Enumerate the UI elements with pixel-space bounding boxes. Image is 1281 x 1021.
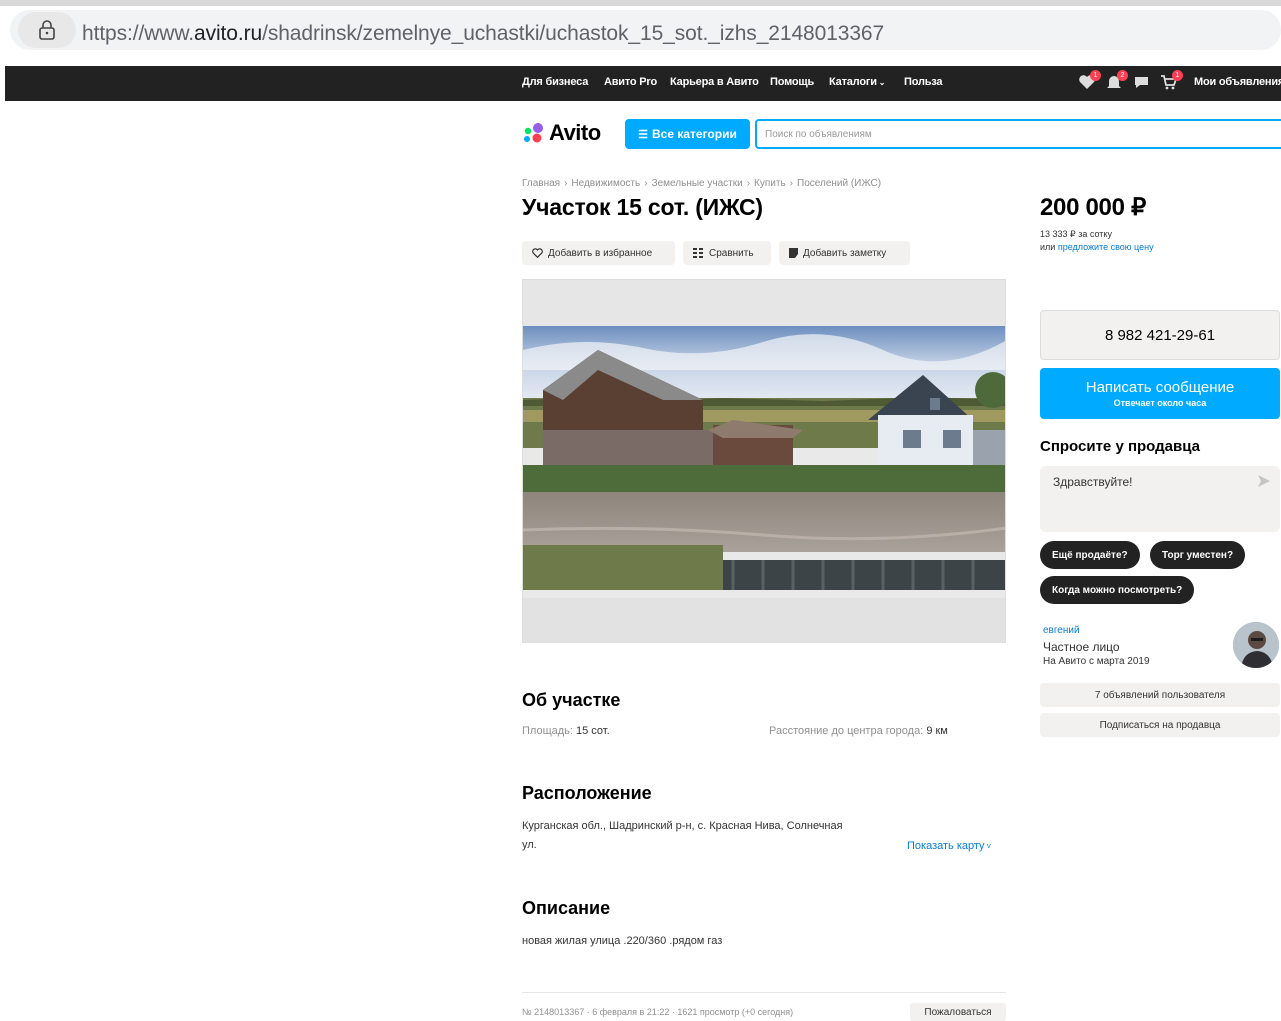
distance-label: Расстояние до центра города:: [769, 725, 924, 737]
chevron-down-icon: ⌄: [878, 78, 886, 87]
show-map-label: Показать карту: [907, 840, 985, 852]
all-categories-button[interactable]: ☰ Все категории: [625, 119, 750, 149]
breadcrumb-home[interactable]: Главная: [522, 178, 560, 189]
all-categories-label: Все категории: [652, 127, 737, 141]
compare-label: Сравнить: [709, 247, 754, 259]
messages-nav-button[interactable]: [1133, 74, 1151, 90]
cart-nav-button[interactable]: 1: [1160, 70, 1183, 90]
response-time: Отвечает около часа: [1113, 398, 1207, 408]
area-label: Площадь:: [522, 725, 573, 737]
quick-question-when-view[interactable]: Когда можно посмотреть?: [1040, 576, 1195, 604]
address-line-2: ул.: [522, 839, 537, 851]
cart-badge: 1: [1172, 70, 1183, 81]
seller-type: Частное лицо: [1043, 640, 1120, 654]
nav-for-business[interactable]: Для бизнеса: [522, 76, 588, 88]
nav-catalogs[interactable]: Каталоги ⌄: [829, 76, 885, 88]
page-title: Участок 15 сот. (ИЖС): [522, 194, 763, 220]
send-icon[interactable]: [1257, 474, 1271, 493]
breadcrumb-izhs[interactable]: Поселений (ИЖС): [797, 178, 881, 189]
compare-button[interactable]: Сравнить: [683, 241, 771, 265]
add-note-button[interactable]: Добавить заметку: [779, 241, 910, 265]
note-icon: [789, 248, 798, 258]
subscribe-seller-button[interactable]: Подписаться на продавца: [1040, 713, 1280, 737]
listing-photo[interactable]: [523, 280, 1006, 643]
distance-param: Расстояние до центра города: 9 км: [769, 725, 948, 737]
seller-since: На Авито с марта 2019: [1043, 656, 1150, 667]
breadcrumb-realty[interactable]: Недвижимость: [571, 178, 640, 189]
quick-question-still-selling[interactable]: Ещё продаёте?: [1040, 541, 1140, 569]
ask-seller-title: Спросите у продавца: [1040, 438, 1200, 455]
url-path: /shadrinsk/zemelnye_uchastki/uchastok_15…: [262, 22, 885, 45]
lock-icon: [39, 20, 55, 40]
breadcrumb-separator: ›: [789, 178, 793, 189]
my-ads-link[interactable]: Мои объявления: [1194, 76, 1281, 88]
avito-logo[interactable]: Avito: [522, 120, 601, 146]
chevron-down-icon: ˅: [986, 842, 992, 851]
about-title: Об участке: [522, 690, 621, 710]
seller-avatar-image: [1233, 622, 1279, 668]
url-prefix: https://www.: [82, 22, 195, 45]
quick-question-bargain[interactable]: Торг уместен?: [1150, 541, 1246, 569]
breadcrumb-separator: ›: [564, 178, 568, 189]
seller-name-link[interactable]: евгений: [1043, 625, 1080, 636]
chat-icon: [1135, 77, 1148, 88]
logo-text: Avito: [549, 120, 601, 145]
breadcrumb-land[interactable]: Земельные участки: [652, 178, 743, 189]
offer-price-line: или предложите свою цену: [1040, 242, 1154, 252]
notifications-badge: 2: [1117, 70, 1128, 81]
offer-prefix: или: [1040, 242, 1056, 252]
report-button[interactable]: Пожаловаться: [910, 1003, 1006, 1021]
search-input[interactable]: [755, 119, 1281, 149]
breadcrumb-separator: ›: [746, 178, 751, 189]
compare-icon: [693, 248, 704, 258]
location-title: Расположение: [522, 783, 652, 803]
distance-value: 9 км: [926, 725, 948, 737]
area-param: Площадь: 15 сот.: [522, 725, 610, 737]
breadcrumb-separator: ›: [644, 178, 648, 189]
price: 200 000 ₽: [1040, 194, 1146, 221]
write-message-button[interactable]: Написать сообщение Отвечает около часа: [1040, 368, 1280, 419]
description-text: новая жилая улица .220/360 .рядом газ: [522, 935, 723, 947]
add-to-favorites-button[interactable]: Добавить в избранное: [522, 241, 675, 265]
nav-catalogs-label: Каталоги: [829, 76, 877, 88]
nav-benefit[interactable]: Польза: [904, 76, 943, 88]
avito-logo-icon: [524, 123, 543, 143]
nav-career[interactable]: Карьера в Авито: [670, 76, 759, 88]
listing-meta: № 2148013367 · 6 февраля в 21:22 · 1621 …: [522, 1007, 794, 1017]
url-text[interactable]: https://www.avito.ru/shadrinsk/zemelnye_…: [82, 22, 884, 46]
area-value: 15 сот.: [576, 725, 610, 737]
favorites-badge: 1: [1090, 70, 1101, 81]
search-icon: ☰: [638, 128, 649, 141]
show-map-link[interactable]: Показать карту ˅: [907, 840, 991, 852]
show-phone-button[interactable]: 8 982 421-29-61: [1040, 310, 1280, 360]
user-ads-button[interactable]: 7 объявлений пользователя: [1040, 683, 1280, 707]
avatar[interactable]: [1233, 622, 1279, 668]
favorites-nav-button[interactable]: 1: [1078, 70, 1101, 90]
write-message-label: Написать сообщение: [1085, 379, 1235, 396]
url-domain: avito.ru: [194, 22, 263, 45]
photo-gallery[interactable]: [522, 279, 1006, 643]
notifications-nav-button[interactable]: 2: [1105, 70, 1128, 90]
breadcrumb-buy[interactable]: Купить: [754, 178, 786, 189]
ask-seller-text: Здравствуйте!: [1053, 475, 1133, 489]
site-info-button[interactable]: [18, 12, 76, 48]
add-to-favorites-label: Добавить в избранное: [548, 247, 653, 259]
description-title: Описание: [522, 898, 611, 918]
nav-avito-pro[interactable]: Авито Pro: [604, 76, 657, 88]
footer-divider: [522, 992, 1006, 993]
nav-help[interactable]: Помощь: [770, 76, 814, 88]
offer-price-link[interactable]: предложите свою цену: [1058, 242, 1154, 252]
address-line-1: Курганская обл., Шадринский р-н, с. Крас…: [522, 820, 843, 832]
add-note-label: Добавить заметку: [803, 247, 887, 259]
breadcrumb: Главная › Недвижимость › Земельные участки › К…: [522, 178, 881, 189]
price-per-sotka: 13 333 ₽ за сотку: [1040, 229, 1112, 239]
heart-outline-icon: [532, 248, 543, 258]
